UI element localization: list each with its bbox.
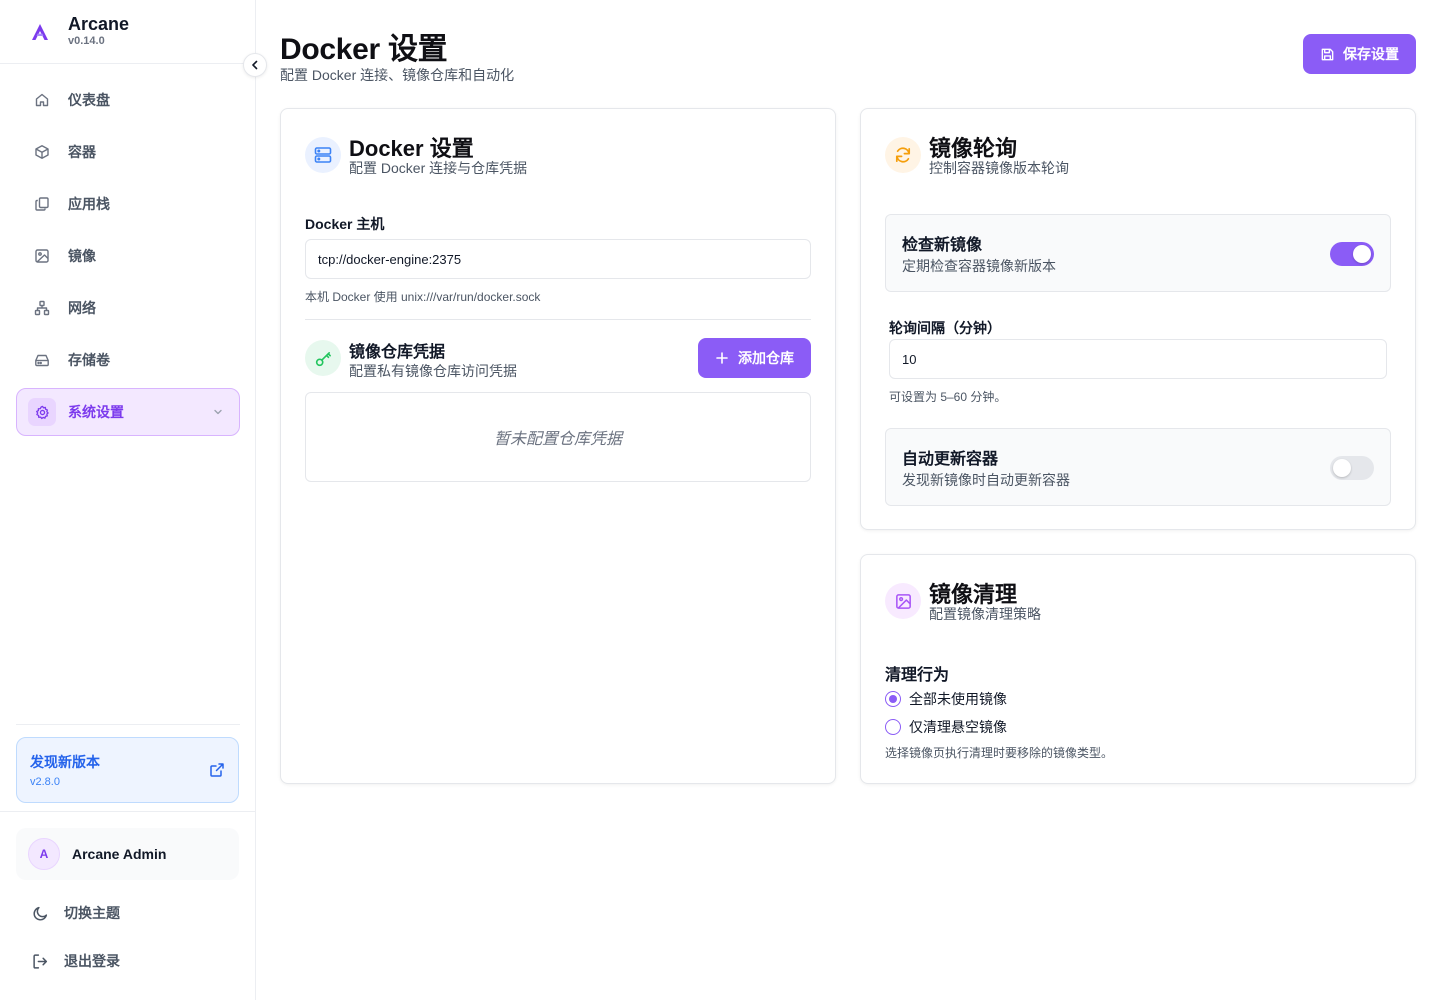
refresh-icon <box>885 137 921 173</box>
main-content: Docker 设置 配置 Docker 连接、镜像仓库和自动化 保存设置 Doc… <box>256 0 1440 1000</box>
add-registry-button[interactable]: 添加仓库 <box>698 338 811 378</box>
save-settings-button[interactable]: 保存设置 <box>1303 34 1416 74</box>
registry-subtitle: 配置私有镜像仓库访问凭据 <box>349 363 517 379</box>
auto-update-switch[interactable] <box>1330 456 1374 480</box>
brand: Arcane v0.14.0 <box>0 0 255 64</box>
update-version: v2.8.0 <box>30 776 60 788</box>
card-subtitle: 配置镜像清理策略 <box>929 606 1041 622</box>
toggle-title: 检查新镜像 <box>902 237 983 254</box>
key-icon <box>305 340 341 376</box>
moon-icon <box>33 906 48 921</box>
toggle-subtitle: 发现新镜像时自动更新容器 <box>902 472 1070 488</box>
switch-knob <box>1353 245 1371 263</box>
user-name: Arcane Admin <box>72 846 167 862</box>
sidebar-item-label: 镜像 <box>68 248 96 264</box>
theme-toggle-label: 切换主题 <box>64 905 120 921</box>
plus-icon <box>716 352 728 364</box>
hard-drive-icon <box>33 351 51 369</box>
copy-icon <box>33 195 51 213</box>
sidebar-item-label: 存储卷 <box>68 352 110 368</box>
sidebar-item-label: 应用栈 <box>68 196 110 212</box>
auto-update-panel: 自动更新容器 发现新镜像时自动更新容器 <box>885 428 1391 506</box>
page-subtitle: 配置 Docker 连接、镜像仓库和自动化 <box>280 67 515 83</box>
image-icon <box>33 247 51 265</box>
external-link-icon[interactable] <box>209 762 225 778</box>
sidebar-item-label: 系统设置 <box>68 404 124 420</box>
save-icon <box>1321 48 1334 60</box>
radio-label: 仅清理悬空镜像 <box>909 719 1007 735</box>
update-title: 发现新版本 <box>30 754 100 770</box>
docker-host-label: Docker 主机 <box>305 216 385 232</box>
chevron-left-icon <box>252 60 258 70</box>
logout-label: 退出登录 <box>64 953 120 969</box>
card-subtitle: 控制容器镜像版本轮询 <box>929 160 1069 176</box>
collapse-sidebar-button[interactable] <box>243 53 267 77</box>
sidebar-item-containers[interactable]: 容器 <box>16 128 240 176</box>
toggle-title: 自动更新容器 <box>902 451 999 468</box>
poll-interval-label: 轮询间隔（分钟） <box>889 320 1001 336</box>
image-icon <box>885 583 921 619</box>
radio-dot <box>889 695 897 703</box>
check-new-images-panel: 检查新镜像 定期检查容器镜像新版本 <box>885 214 1391 292</box>
poll-interval-input[interactable] <box>889 339 1387 379</box>
sidebar: Arcane v0.14.0 仪表盘 容器 应用栈 镜像 网络 存储卷 系统设置… <box>0 0 267 1000</box>
home-icon <box>33 91 51 109</box>
section-divider <box>305 319 811 320</box>
docker-settings-card: Docker 设置 配置 Docker 连接与仓库凭据 Docker 主机 本机… <box>280 108 836 784</box>
image-prune-card: 镜像清理 配置镜像清理策略 清理行为 全部未使用镜像 仅清理悬空镜像 选择镜像页… <box>860 554 1416 784</box>
sidebar-item-label: 网络 <box>68 300 96 316</box>
box-icon <box>33 143 51 161</box>
logout-icon <box>33 953 48 969</box>
logout-button[interactable]: 退出登录 <box>32 949 232 973</box>
user-card[interactable]: A Arcane Admin <box>16 828 239 880</box>
sidebar-item-label: 仪表盘 <box>68 92 110 108</box>
save-button-label: 保存设置 <box>1343 46 1399 62</box>
prune-behavior-label: 清理行为 <box>885 667 950 684</box>
image-polling-card: 镜像轮询 控制容器镜像版本轮询 检查新镜像 定期检查容器镜像新版本 轮询间隔（分… <box>860 108 1416 530</box>
radio-label: 全部未使用镜像 <box>909 691 1007 707</box>
sidebar-item-volumes[interactable]: 存储卷 <box>16 336 240 384</box>
docker-host-hint: 本机 Docker 使用 unix:///var/run/docker.sock <box>305 290 541 304</box>
sidebar-nav: 仪表盘 容器 应用栈 镜像 网络 存储卷 系统设置 <box>16 76 240 440</box>
sidebar-divider <box>16 724 240 725</box>
page-title: Docker 设置 <box>280 33 448 66</box>
radio-button[interactable] <box>885 719 901 735</box>
chevron-down-icon <box>214 409 222 415</box>
prune-option-dangling[interactable]: 仅清理悬空镜像 <box>885 717 1007 737</box>
switch-knob <box>1333 459 1351 477</box>
arcane-logo-icon <box>32 24 48 40</box>
registry-empty-state: 暂未配置仓库凭据 <box>305 392 811 482</box>
app-version: v0.14.0 <box>68 35 105 47</box>
add-registry-label: 添加仓库 <box>738 350 794 366</box>
docker-host-input[interactable] <box>305 239 811 279</box>
radio-button[interactable] <box>885 691 901 707</box>
update-available-card[interactable]: 发现新版本 v2.8.0 <box>16 737 239 803</box>
theme-toggle-button[interactable]: 切换主题 <box>32 901 232 925</box>
avatar: A <box>28 838 60 870</box>
registry-title: 镜像仓库凭据 <box>349 344 446 361</box>
sidebar-item-images[interactable]: 镜像 <box>16 232 240 280</box>
poll-interval-hint: 可设置为 5–60 分钟。 <box>889 390 1007 404</box>
network-icon <box>33 299 51 317</box>
sidebar-divider <box>0 811 255 812</box>
prune-option-all[interactable]: 全部未使用镜像 <box>885 689 1007 709</box>
server-icon <box>305 137 341 173</box>
sidebar-item-settings[interactable]: 系统设置 <box>16 388 240 436</box>
sidebar-item-dashboard[interactable]: 仪表盘 <box>16 76 240 124</box>
card-subtitle: 配置 Docker 连接与仓库凭据 <box>349 160 528 176</box>
check-new-images-switch[interactable] <box>1330 242 1374 266</box>
sidebar-item-networks[interactable]: 网络 <box>16 284 240 332</box>
sidebar-item-label: 容器 <box>68 144 96 160</box>
toggle-subtitle: 定期检查容器镜像新版本 <box>902 258 1056 274</box>
app-name: Arcane <box>68 14 130 34</box>
prune-hint: 选择镜像页执行清理时要移除的镜像类型。 <box>885 746 1114 760</box>
gear-icon <box>28 398 56 426</box>
sidebar-item-stacks[interactable]: 应用栈 <box>16 180 240 228</box>
